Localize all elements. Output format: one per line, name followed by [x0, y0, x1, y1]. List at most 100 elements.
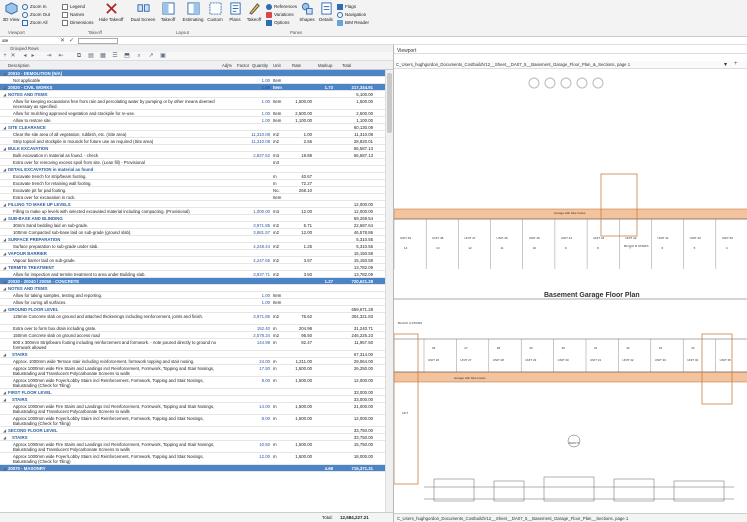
expand-toggle-icon[interactable]: ◢	[3, 352, 6, 357]
group-row[interactable]: ◢ FIRST FLOOR LEVEL 33,000.00	[0, 389, 385, 396]
group-row[interactable]: ◢ STAIRS 33,000.00	[0, 396, 385, 403]
table-row[interactable]: Allow for mulching approved vegetation a…	[0, 110, 385, 117]
table-row[interactable]: Surface preparation to sub-grade under s…	[0, 243, 385, 250]
table-row[interactable]: Excavate pit for pad footing. No. 268.10	[0, 187, 385, 194]
table-row[interactable]: 150mm Concrete slab on ground access roa…	[0, 332, 385, 339]
group-row[interactable]: ◢ SUB-BASE AND BLINDING 69,269.54	[0, 215, 385, 222]
table-row[interactable]: Vapour barrier laid on sub-grade. 4,247.6…	[0, 257, 385, 264]
group-row[interactable]: ◢ NOTES AND ITEMS 5,100.00	[0, 91, 385, 98]
group-row[interactable]: ◢ SURFACE PREPARATION 5,310.55	[0, 236, 385, 243]
delete-row-icon[interactable]: ✕	[10, 53, 16, 59]
bim-reader-button[interactable]: BIM Reader	[337, 19, 369, 26]
expand-toggle-icon[interactable]: ◢	[3, 167, 6, 172]
flags-button[interactable]: Flags	[337, 3, 356, 10]
expand-toggle-icon[interactable]: ◢	[3, 466, 6, 471]
expand-toggle-icon[interactable]: ◢	[3, 390, 6, 395]
confirm-edit-icon[interactable]: ✓	[69, 37, 74, 44]
table-row[interactable]: Approx 1000mm wide Fire Stairs and Landi…	[0, 441, 385, 453]
table-row[interactable]: Strip topsoil and stockpile in mounds fo…	[0, 138, 385, 145]
options-button[interactable]: Options	[266, 19, 290, 26]
group-row[interactable]: ◢ STAIRS 33,750.00	[0, 434, 385, 441]
zoom-all-button[interactable]: Zoom All	[22, 19, 48, 26]
find-icon[interactable]: ⌕	[136, 53, 142, 59]
cancel-edit-icon[interactable]: ✕	[60, 37, 65, 44]
fit-tool-icon[interactable]	[592, 77, 604, 89]
report-icon[interactable]: ▣	[160, 53, 166, 59]
group-row[interactable]: ◢ TERMITE TREATMENT 13,782.09	[0, 264, 385, 271]
takeoff-layout-button[interactable]: Takeoff	[158, 0, 178, 30]
expand-toggle-icon[interactable]: ◢	[3, 216, 6, 221]
formula-input[interactable]	[78, 38, 118, 44]
table-row[interactable]: Bulk excavation in material as found. - …	[0, 152, 385, 159]
expand-toggle-icon[interactable]: ◢	[3, 265, 6, 270]
expand-toggle-icon[interactable]: ◢	[3, 237, 6, 242]
expand-toggle-icon[interactable]: ◢	[3, 428, 6, 433]
table-row[interactable]: Filling to make up levels with selected …	[0, 208, 385, 215]
table-row[interactable]: Approx 1000mm wide Foyer/Lobby Stairs in…	[0, 415, 385, 427]
table-row[interactable]: Allow for curing all surfaces. 1.00 Item	[0, 299, 385, 306]
expand-toggle-icon[interactable]: ◢	[3, 85, 6, 90]
expand-toggle-icon[interactable]: ◢	[3, 286, 6, 291]
grouped-rows-label[interactable]: Grouped Rows	[10, 46, 39, 51]
move-right-icon[interactable]: ▸	[30, 53, 36, 59]
plans-pane-button[interactable]: Plans	[228, 0, 242, 30]
table-row[interactable]: Approx 1000mm wide Foyer/Lobby Stairs in…	[0, 453, 385, 465]
scroll-thumb[interactable]	[387, 73, 392, 133]
expand-toggle-icon[interactable]: ◢	[3, 435, 6, 440]
legend-checkbox[interactable]: Legend	[62, 3, 85, 10]
drawing-canvas[interactable]: UNIT 49 14 UNIT 48 13 UNIT 47 12 UNIT 46 11 UNIT…	[394, 69, 747, 513]
group-row[interactable]: ◢ BULK EXCAVATION 56,587.13	[0, 145, 385, 152]
expand-toggle-icon[interactable]: ◢	[3, 202, 6, 207]
grid-view-icon[interactable]: ▦	[100, 53, 106, 59]
table-row[interactable]: Approx 1000mm wide Fire Stairs and Landi…	[0, 403, 385, 415]
dual-screen-button[interactable]: Dual Screen	[130, 0, 156, 30]
group-row[interactable]: ◢ NOTES AND ITEMS	[0, 285, 385, 292]
table-row[interactable]: Extra over for removing excess spoil fro…	[0, 159, 385, 166]
zoom-out-button[interactable]: Zoom Out	[22, 11, 50, 18]
col-quantity[interactable]: Quantity	[252, 63, 268, 68]
group-row[interactable]: ◢ DETAIL EXCAVATION in material as found	[0, 166, 385, 173]
variations-button[interactable]: Variations	[266, 11, 294, 18]
references-button[interactable]: References	[266, 3, 297, 10]
add-row-icon[interactable]: +	[2, 53, 8, 59]
pan-tool-icon[interactable]	[544, 77, 556, 89]
section-row[interactable]: ◢ 20020 - CIVIL WORKS 1.00 Item 1.73 217,344.…	[0, 84, 385, 91]
col-total[interactable]: Total	[342, 63, 351, 68]
group-row[interactable]: ◢ VAPOUR BARRIER 15,150.58	[0, 250, 385, 257]
custom-layout-button[interactable]: Custom	[206, 0, 224, 30]
col-markup[interactable]: Markup	[318, 63, 332, 68]
shapes-button[interactable]: Shapes	[298, 0, 316, 30]
move-left-icon[interactable]: ◂	[22, 53, 28, 59]
table-row[interactable]: 125mm Concrete slab on ground and attach…	[0, 313, 385, 325]
paste-icon[interactable]: ▤	[88, 53, 94, 59]
details-button[interactable]: Details	[318, 0, 334, 30]
section-row[interactable]: ◢ 20010 - DEMOLITION (N/A)	[0, 70, 385, 77]
copy-icon[interactable]: ⧉	[76, 53, 82, 59]
names-checkbox[interactable]: Names	[62, 11, 84, 18]
table-row[interactable]: Clear the site area of all vegetation, r…	[0, 131, 385, 138]
list-view-icon[interactable]: ☰	[112, 53, 118, 59]
chart-icon[interactable]: ↗	[148, 53, 154, 59]
table-row[interactable]: Extra over to form box drain including g…	[0, 325, 385, 332]
estimating-layout-button[interactable]: Estimating	[180, 0, 206, 30]
table-row[interactable]: Excavate trench for strip/beam footing. m…	[0, 173, 385, 180]
table-row[interactable]: 100mm Compacted sub-base laid on sub-gra…	[0, 229, 385, 236]
group-row[interactable]: ◢ SITE CLEARANCE 60,130.09	[0, 124, 385, 131]
table-row[interactable]: Approx 1000mm wide Fire Stairs and Landi…	[0, 365, 385, 377]
rotate-tool-icon[interactable]	[576, 77, 588, 89]
table-row[interactable]: Not applicable 1.00 Item	[0, 77, 385, 84]
expand-toggle-icon[interactable]: ◢	[3, 251, 6, 256]
expand-toggle-icon[interactable]: ◢	[3, 71, 6, 76]
section-row[interactable]: ◢ 20070 - MASONRY 4.68 715,371.31	[0, 465, 385, 472]
table-row[interactable]: Allow for inspection and termite treatme…	[0, 271, 385, 278]
table-row[interactable]: Allow to restore site. 1.00 Item 1,100.00 1,…	[0, 117, 385, 124]
table-row[interactable]: 600 x 300mm Strip/beam footing including…	[0, 339, 385, 351]
expand-toggle-icon[interactable]: ◢	[3, 92, 6, 97]
indent-icon[interactable]: ⇥	[46, 53, 52, 59]
table-row[interactable]: Approx. 1000mm wide Terrace stair includ…	[0, 358, 385, 365]
3d-view-button[interactable]: 3D View	[2, 0, 20, 30]
table-row[interactable]: Allow for keeping excavations free from …	[0, 98, 385, 110]
group-row[interactable]: ◢ SECOND FLOOR LEVEL 33,750.00	[0, 427, 385, 434]
add-drawing-icon[interactable]: +	[734, 61, 738, 67]
expand-toggle-icon[interactable]: ◢	[3, 307, 6, 312]
